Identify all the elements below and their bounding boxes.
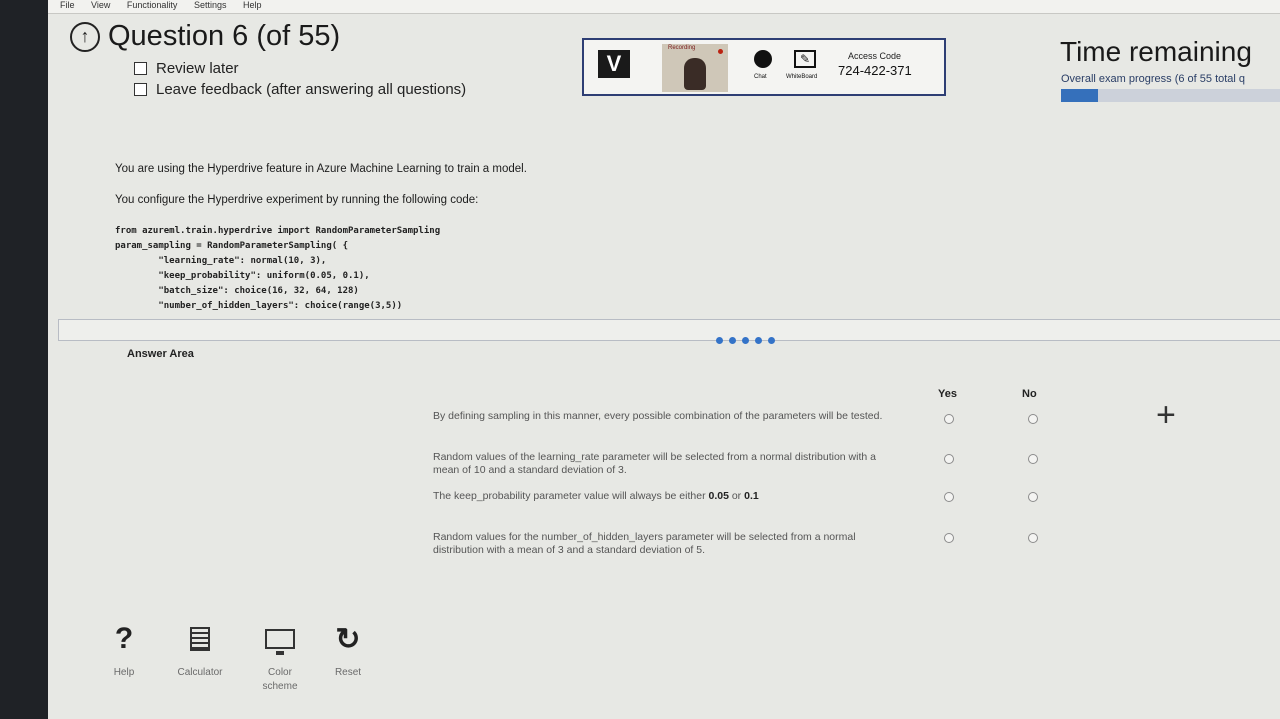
vendor-logo: V: [598, 50, 630, 78]
dot-icon: [755, 337, 762, 344]
question-title-bar: ↑ Question 6 (of 55): [70, 20, 340, 53]
dot-icon: [768, 337, 775, 344]
reset-button[interactable]: ↻ Reset: [322, 622, 374, 680]
statement-1-yes-radio[interactable]: [944, 414, 954, 424]
statement-2-no-radio[interactable]: [1028, 454, 1038, 464]
exam-header: ↑ Question 6 (of 55) Review later Leave …: [48, 14, 1280, 118]
answer-area-title: Answer Area: [127, 348, 194, 360]
statement-3-value-1: 0.05: [708, 490, 729, 502]
menu-help[interactable]: Help: [243, 0, 262, 10]
review-later-checkbox[interactable]: [134, 62, 147, 75]
statement-4: Random values for the number_of_hidden_l…: [433, 531, 856, 556]
question-title: Question 6 (of 55): [108, 20, 341, 52]
code-snippet: from azureml.train.hyperdrive import Ran…: [115, 226, 441, 311]
progress-fill: [1061, 89, 1099, 102]
plus-icon[interactable]: +: [1156, 396, 1176, 435]
calculator-button[interactable]: Calculator: [164, 622, 236, 680]
candidate-video: [684, 58, 706, 90]
resize-handle-dots[interactable]: [716, 337, 775, 344]
yes-column-header: Yes: [938, 388, 957, 400]
monitor-icon: [265, 629, 295, 655]
progress-label: Overall exam progress (6 of 55 total q: [1061, 73, 1246, 85]
question-paragraph-2: You configure the Hyperdrive experiment …: [115, 194, 479, 206]
menu-settings[interactable]: Settings: [194, 0, 227, 10]
access-code-value: 724-422-371: [838, 63, 912, 78]
menu-view[interactable]: View: [91, 0, 110, 10]
dot-icon: [729, 337, 736, 344]
dot-icon: [716, 337, 723, 344]
dot-icon: [742, 337, 749, 344]
review-later-label: Review later: [156, 60, 239, 77]
help-label: Help: [113, 667, 135, 678]
leave-feedback-option[interactable]: Leave feedback (after answering all ques…: [134, 81, 466, 98]
leave-feedback-checkbox[interactable]: [134, 83, 147, 96]
recording-dot-icon: [718, 49, 723, 54]
section-divider[interactable]: [58, 319, 1280, 341]
statement-2: Random values of the learning_rate param…: [433, 451, 876, 476]
menu-bar: File View Functionality Settings Help: [48, 0, 1280, 14]
statement-3-text: The keep_probability parameter value wil…: [433, 490, 706, 502]
webcam-preview: Recording: [662, 44, 728, 92]
recording-label: Recording: [668, 45, 696, 51]
leave-feedback-label: Leave feedback (after answering all ques…: [156, 81, 467, 98]
statement-2-yes-radio[interactable]: [944, 454, 954, 464]
review-later-option[interactable]: Review later: [134, 60, 239, 77]
menu-functionality[interactable]: Functionality: [127, 0, 178, 10]
calculator-label: Calculator: [177, 667, 223, 678]
progress-bar: [1061, 89, 1280, 102]
statement-1: By defining sampling in this manner, eve…: [433, 410, 883, 422]
reset-icon: ↻: [335, 622, 361, 656]
chat-label: Chat: [754, 74, 767, 80]
question-paragraph-1: You are using the Hyperdrive feature in …: [115, 163, 527, 175]
menu-file[interactable]: File: [60, 0, 75, 10]
color-scheme-button[interactable]: Color scheme: [246, 622, 314, 694]
statement-3: The keep_probability parameter value wil…: [433, 490, 903, 503]
whiteboard-icon[interactable]: ✎: [794, 50, 816, 68]
statement-4-no-radio[interactable]: [1028, 533, 1038, 543]
proctor-panel: V Recording Chat ✎ WhiteBoard Access Cod…: [582, 38, 946, 96]
color-scheme-label-line1: Color: [268, 667, 292, 678]
statement-1-no-radio[interactable]: [1028, 414, 1038, 424]
help-button[interactable]: ? Help: [100, 622, 148, 680]
arrow-up-circle-icon[interactable]: ↑: [70, 21, 100, 52]
chat-icon[interactable]: [754, 50, 772, 68]
statement-3-or: or: [731, 490, 742, 502]
access-code-label: Access Code: [848, 51, 902, 61]
calculator-icon: [190, 627, 210, 651]
no-column-header: No: [1022, 388, 1037, 400]
time-remaining-label: Time remaining: [1060, 36, 1252, 67]
whiteboard-label: WhiteBoard: [786, 74, 818, 80]
reset-label: Reset: [334, 667, 362, 678]
statement-3-no-radio[interactable]: [1028, 492, 1038, 502]
statement-4-yes-radio[interactable]: [944, 533, 954, 543]
statement-3-value-2: 0.1: [744, 490, 759, 502]
exam-screen: File View Functionality Settings Help ↑ …: [48, 0, 1280, 719]
color-scheme-label-line2: scheme: [262, 681, 298, 692]
question-mark-icon: ?: [114, 622, 134, 655]
statement-3-yes-radio[interactable]: [944, 492, 954, 502]
